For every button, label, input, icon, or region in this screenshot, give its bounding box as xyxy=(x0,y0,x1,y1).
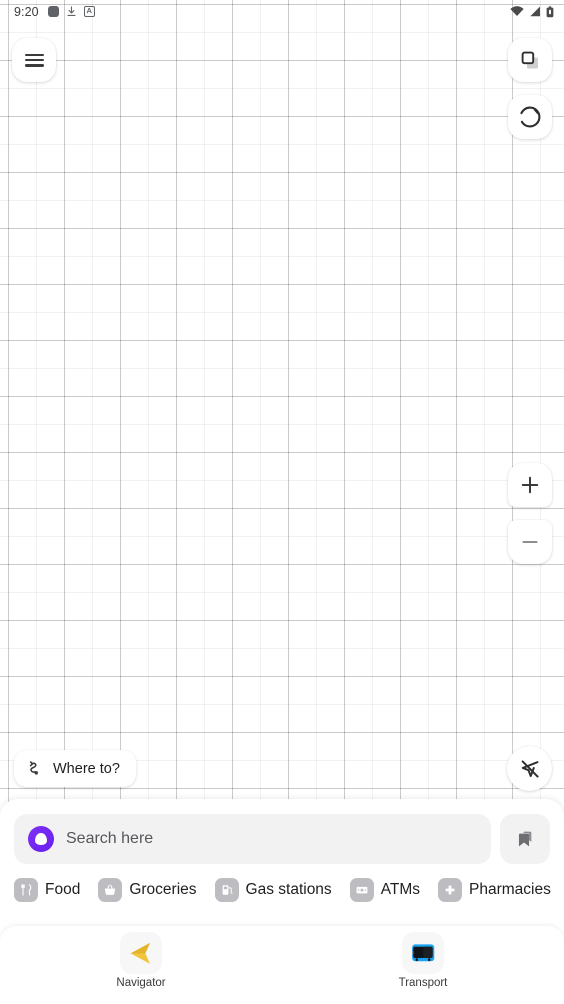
where-to-label: Where to? xyxy=(53,760,120,777)
category-chip-gas-stations[interactable]: Gas stations xyxy=(214,878,342,902)
search-input[interactable]: Search here xyxy=(14,814,491,864)
alice-logo-icon[interactable] xyxy=(28,826,54,852)
bookmarks-icon xyxy=(518,831,532,847)
compass-icon xyxy=(519,106,541,128)
nav-label: Navigator xyxy=(116,977,166,989)
fuel-pump-icon xyxy=(214,878,239,902)
layers-icon xyxy=(521,51,538,69)
menu-button[interactable] xyxy=(12,38,56,82)
compass-button[interactable] xyxy=(508,95,552,139)
category-label: Pharmacies xyxy=(469,881,551,898)
category-label: Gas stations xyxy=(245,881,332,898)
zoom-out-button[interactable] xyxy=(508,520,552,564)
hamburger-icon xyxy=(24,53,44,67)
category-label: ATMs xyxy=(380,881,421,898)
route-icon xyxy=(29,760,38,775)
location-off-button[interactable] xyxy=(507,746,552,791)
category-label: Groceries xyxy=(129,881,197,898)
zoom-in-button[interactable] xyxy=(508,463,552,507)
transport-icon-wrap xyxy=(402,932,444,974)
category-label: Food xyxy=(45,881,81,898)
plus-icon xyxy=(521,476,539,494)
map-app-screen: 9:20 A Where to? Search here Food Grocer… xyxy=(0,0,564,1004)
basket-icon xyxy=(98,878,123,902)
bus-icon xyxy=(412,944,435,962)
where-to-button[interactable]: Where to? xyxy=(14,750,136,787)
category-chip-atms[interactable]: ATMs xyxy=(349,878,430,902)
navigator-arrow-icon xyxy=(130,942,150,964)
nav-item-navigator[interactable]: Navigator xyxy=(0,926,282,989)
cross-icon xyxy=(438,878,463,902)
search-placeholder: Search here xyxy=(66,830,154,847)
minus-icon xyxy=(522,541,538,543)
navigator-icon-wrap xyxy=(120,932,162,974)
category-chip-pharmacies[interactable]: Pharmacies xyxy=(438,878,561,902)
category-chip-groceries[interactable]: Groceries xyxy=(98,878,206,902)
banknote-icon xyxy=(349,878,374,902)
category-chip-food[interactable]: Food xyxy=(14,878,90,902)
nav-item-transport[interactable]: Transport xyxy=(282,926,564,989)
category-chips-row: Food Groceries Gas stations ATMs Pharmac… xyxy=(0,864,564,902)
alice-drop-shape xyxy=(35,833,47,845)
bottom-navigation-bar: Navigator Transport xyxy=(0,926,564,1004)
bookmarks-button[interactable] xyxy=(500,814,550,864)
nav-label: Transport xyxy=(398,977,448,989)
search-row: Search here xyxy=(0,799,564,864)
map-layers-button[interactable] xyxy=(508,38,552,82)
location-off-icon xyxy=(521,759,539,778)
cutlery-icon xyxy=(14,878,38,902)
